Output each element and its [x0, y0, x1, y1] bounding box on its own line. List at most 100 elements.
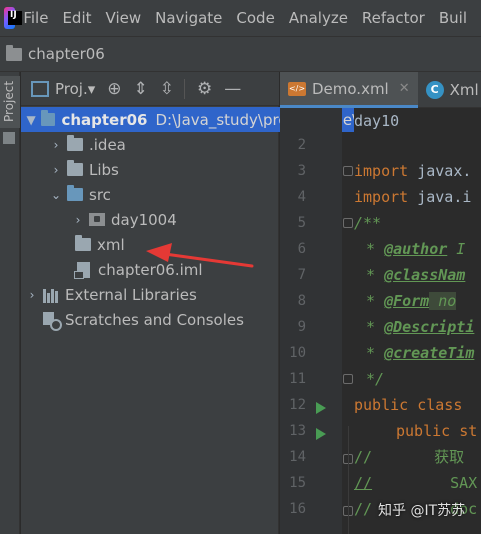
left-tool-stripe: Project: [0, 72, 20, 534]
chevron-right-icon[interactable]: ›: [49, 163, 63, 177]
project-tool-tab-label: Project: [2, 80, 16, 122]
code-line-11: */: [366, 366, 384, 392]
line-comment: //: [354, 474, 373, 492]
folder-icon: [67, 160, 83, 176]
code-line-10: * @createTim: [366, 340, 474, 366]
iml-file-icon: [74, 261, 90, 279]
keyword: public: [396, 422, 451, 440]
chevron-right-icon[interactable]: ›: [49, 138, 63, 152]
xml-file-icon: </>: [288, 81, 306, 96]
tree-item-libs[interactable]: › Libs: [21, 157, 279, 182]
line-number: 12: [289, 397, 306, 413]
menu-analyze[interactable]: Analyze: [289, 9, 348, 27]
project-panel-header: Proj.▾ ⊕ ⇕ ⇳ ⚙ —: [21, 72, 279, 106]
close-icon[interactable]: ✕: [399, 81, 410, 96]
breadcrumb-project[interactable]: chapter06: [28, 45, 105, 63]
menu-navigate[interactable]: Navigate: [155, 9, 222, 27]
code-line-8: * @Form no: [366, 288, 457, 314]
code-editor[interactable]: day10 import javax. import java.i /** * …: [354, 108, 481, 534]
navigation-bar: chapter06: [0, 36, 481, 72]
doc-comment: *: [366, 292, 385, 310]
tree-item-label: Libs: [89, 160, 119, 179]
doc-tag: @author: [384, 240, 448, 258]
line-number: 13: [289, 423, 306, 439]
structure-icon[interactable]: [3, 132, 15, 144]
tree-item-label: day1004: [111, 210, 177, 229]
tree-item-src[interactable]: ⌄ src: [21, 182, 279, 207]
menu-refactor[interactable]: Refactor: [362, 9, 425, 27]
doc-comment: I: [447, 240, 466, 258]
tab-label: Xml: [449, 81, 479, 99]
line-comment: SAX: [450, 474, 478, 492]
keyword: public: [354, 396, 409, 414]
tree-item-external-libraries[interactable]: › External Libraries: [21, 282, 279, 307]
class-icon: C: [425, 81, 444, 99]
code-line-6: * @author I: [366, 236, 465, 262]
chevron-down-icon[interactable]: ⌄: [49, 188, 63, 202]
intellij-logo-icon[interactable]: IJ: [4, 7, 23, 29]
module-folder-icon: [41, 110, 56, 126]
code-line-7: * @classNam: [366, 262, 465, 288]
line-number: 3: [297, 163, 306, 179]
tab-demo-xml[interactable]: </> Demo.xml ✕: [280, 72, 418, 108]
code-line-14: // 获取: [354, 444, 464, 470]
chevron-right-icon[interactable]: ›: [25, 288, 39, 302]
doc-comment: *: [366, 318, 385, 336]
chevron-down-icon[interactable]: ▼: [25, 113, 37, 127]
menu-build[interactable]: Buil: [439, 9, 467, 27]
run-gutter-icon[interactable]: [316, 428, 326, 440]
tab-label: Demo.xml: [312, 79, 389, 98]
gear-icon[interactable]: ⚙: [197, 79, 212, 99]
line-comment: 获取: [434, 448, 465, 466]
indent-guide: [348, 426, 349, 534]
chevron-right-icon[interactable]: ›: [71, 213, 85, 227]
line-number: 11: [289, 371, 306, 387]
doc-tag: @Descripti: [384, 318, 475, 336]
fold-marker-icon[interactable]: [343, 166, 353, 176]
line-number: 15: [289, 475, 306, 491]
project-tool-tab[interactable]: Project: [0, 76, 20, 128]
hide-panel-icon[interactable]: —: [224, 79, 241, 99]
line-number: 6: [297, 241, 306, 257]
source-folder-icon: [67, 185, 83, 201]
doc-comment: */: [366, 370, 385, 388]
tree-item-idea[interactable]: › .idea: [21, 132, 279, 157]
folder-icon: [75, 235, 91, 251]
editor-tab-bar: </> Demo.xml ✕ C Xml: [280, 72, 481, 108]
doc-comment: /**: [354, 214, 382, 232]
tree-item-label: src: [89, 185, 111, 204]
line-number: 7: [297, 267, 306, 283]
doc-tag: @Form: [384, 292, 430, 310]
code-line-13: public st: [396, 418, 477, 444]
locate-target-icon[interactable]: ⊕: [107, 79, 121, 99]
line-number: 9: [297, 319, 306, 335]
line-comment: //: [354, 448, 373, 466]
fold-marker-icon[interactable]: [343, 218, 353, 228]
keyword: import: [354, 162, 409, 180]
menu-file[interactable]: File: [23, 9, 48, 27]
doc-tag: @classNam: [384, 266, 466, 284]
tab-xml-class[interactable]: C Xml: [418, 72, 481, 108]
doc-comment: no: [429, 292, 457, 310]
fold-marker-icon[interactable]: [343, 374, 353, 384]
keyword: class: [408, 396, 463, 414]
collapse-all-icon[interactable]: ⇳: [160, 79, 174, 99]
menu-code[interactable]: Code: [236, 9, 274, 27]
doc-comment: *: [366, 240, 385, 258]
import-path: java.i: [408, 188, 472, 206]
tree-item-iml[interactable]: chapter06.iml: [21, 257, 279, 282]
tree-item-day1004[interactable]: › day1004: [21, 207, 279, 232]
run-gutter-icon[interactable]: [316, 402, 326, 414]
expand-all-icon[interactable]: ⇕: [134, 79, 148, 99]
keyword: import: [354, 188, 409, 206]
tree-item-xml[interactable]: xml: [21, 232, 279, 257]
line-number: 16: [289, 501, 306, 517]
tree-item-label: chapter06: [61, 110, 148, 129]
import-path: javax.: [408, 162, 472, 180]
project-view-selector[interactable]: Proj.▾: [55, 80, 95, 98]
menu-edit[interactable]: Edit: [62, 9, 91, 27]
project-folder-icon: [6, 44, 22, 61]
menu-view[interactable]: View: [106, 9, 142, 27]
code-line-3: import javax.: [354, 158, 471, 184]
tree-item-scratches[interactable]: Scratches and Consoles: [21, 307, 279, 332]
